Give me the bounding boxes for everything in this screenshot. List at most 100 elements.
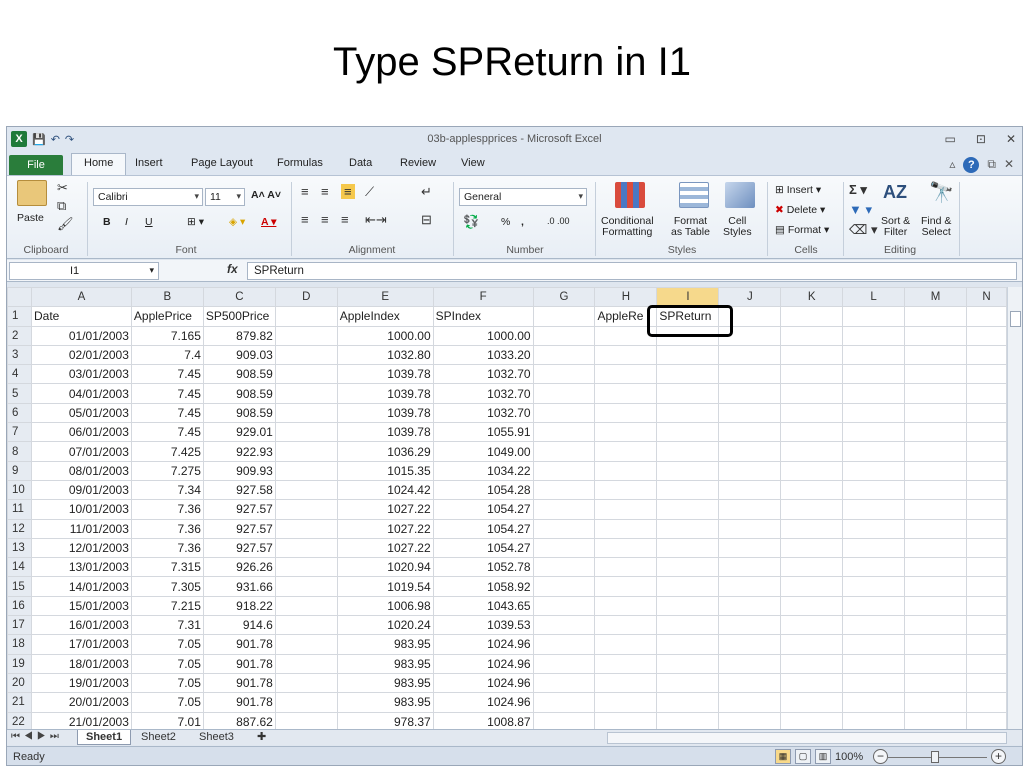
cell[interactable]: [780, 441, 844, 462]
cell[interactable]: [656, 537, 720, 559]
format-as-table-label[interactable]: Format as Table: [671, 216, 710, 238]
cell[interactable]: 1006.98: [336, 595, 434, 617]
cell[interactable]: [274, 557, 338, 578]
row-header[interactable]: 4: [7, 364, 32, 385]
conditional-formatting-label[interactable]: Conditional Formatting: [601, 216, 654, 238]
column-header[interactable]: F: [432, 287, 534, 308]
row-header[interactable]: 3: [7, 344, 32, 366]
cell[interactable]: 1036.29: [336, 441, 434, 462]
cell[interactable]: [842, 441, 906, 462]
cell[interactable]: [780, 383, 844, 404]
fx-icon[interactable]: fx: [227, 262, 238, 276]
cell[interactable]: [780, 672, 844, 694]
cell[interactable]: 901.78: [202, 653, 276, 674]
cell[interactable]: [780, 576, 844, 597]
cell[interactable]: [594, 672, 658, 694]
row-header[interactable]: 5: [7, 383, 32, 404]
cell[interactable]: [656, 634, 720, 655]
row-header[interactable]: 6: [7, 402, 32, 424]
cell[interactable]: 929.01: [202, 422, 276, 443]
cell[interactable]: 922.93: [202, 441, 276, 462]
select-all-corner[interactable]: [7, 287, 32, 308]
cell[interactable]: [274, 383, 338, 404]
cell[interactable]: [904, 518, 967, 539]
cell[interactable]: [656, 595, 720, 617]
cell[interactable]: [274, 518, 338, 539]
cell[interactable]: [842, 634, 906, 655]
cell[interactable]: 1034.22: [432, 460, 534, 481]
cell[interactable]: [656, 518, 720, 539]
cell[interactable]: [718, 344, 782, 366]
indent-icon[interactable]: ⇤⇥: [365, 212, 387, 228]
cell[interactable]: [904, 576, 967, 597]
column-header[interactable]: J: [718, 287, 782, 308]
cell[interactable]: 1032.70: [432, 402, 534, 424]
cell[interactable]: [780, 518, 844, 539]
cell[interactable]: 1033.20: [432, 344, 534, 366]
cell[interactable]: [718, 537, 782, 559]
cell[interactable]: [965, 422, 1007, 443]
row-header[interactable]: 7: [7, 422, 32, 443]
cell[interactable]: AppleIndex: [336, 306, 434, 327]
cell[interactable]: [274, 634, 338, 655]
cell[interactable]: [842, 479, 906, 501]
cell[interactable]: [965, 615, 1007, 636]
cell[interactable]: [656, 653, 720, 674]
font-color-icon[interactable]: A ▾: [261, 216, 276, 228]
cell[interactable]: 1039.78: [336, 364, 434, 385]
cell[interactable]: [594, 692, 658, 713]
cell[interactable]: [594, 344, 658, 366]
cell[interactable]: [718, 499, 782, 520]
wrap-text-icon[interactable]: ↵: [421, 184, 432, 200]
horizontal-scrollbar[interactable]: [607, 732, 1007, 744]
cell[interactable]: 927.58: [202, 479, 276, 501]
cell[interactable]: 1024.42: [336, 479, 434, 501]
cell[interactable]: [274, 479, 338, 501]
tab-home[interactable]: Home: [71, 153, 127, 175]
cell[interactable]: [532, 653, 596, 674]
tab-formulas[interactable]: Formulas: [277, 157, 323, 169]
cell[interactable]: [594, 499, 658, 520]
cell[interactable]: [780, 402, 844, 424]
cell[interactable]: [904, 441, 967, 462]
cell[interactable]: 7.05: [130, 653, 204, 674]
cell[interactable]: 1000.00: [336, 325, 434, 346]
cell[interactable]: 18/01/2003: [30, 653, 132, 674]
sheet-tab-2[interactable]: Sheet2: [133, 730, 184, 745]
tab-page-layout[interactable]: Page Layout: [191, 157, 253, 169]
cut-icon[interactable]: ✂: [57, 180, 68, 196]
cell[interactable]: 1020.24: [336, 615, 434, 636]
conditional-formatting-icon[interactable]: [615, 182, 645, 208]
merge-center-icon[interactable]: ⊟: [421, 212, 432, 228]
cell[interactable]: [842, 383, 906, 404]
zoom-out-icon[interactable]: −: [873, 749, 888, 764]
cell[interactable]: 1027.22: [336, 537, 434, 559]
cell[interactable]: [532, 306, 596, 327]
cell[interactable]: [532, 576, 596, 597]
cell[interactable]: 1054.27: [432, 537, 534, 559]
cell[interactable]: [274, 576, 338, 597]
cell[interactable]: [594, 441, 658, 462]
row-header[interactable]: 10: [7, 479, 32, 501]
cell[interactable]: 01/01/2003: [30, 325, 132, 346]
cell[interactable]: 1027.22: [336, 499, 434, 520]
cell[interactable]: 927.57: [202, 537, 276, 559]
row-header[interactable]: 2: [7, 325, 32, 346]
cell[interactable]: [656, 441, 720, 462]
cell[interactable]: [718, 383, 782, 404]
cell[interactable]: [780, 595, 844, 617]
cell[interactable]: [656, 672, 720, 694]
cell[interactable]: [842, 672, 906, 694]
cell[interactable]: 11/01/2003: [30, 518, 132, 539]
cell[interactable]: [965, 692, 1007, 713]
tab-data[interactable]: Data: [349, 157, 372, 169]
cell[interactable]: 1024.96: [432, 692, 534, 713]
cell[interactable]: 918.22: [202, 595, 276, 617]
cell[interactable]: [904, 306, 967, 327]
cell[interactable]: [904, 557, 967, 578]
column-header[interactable]: C: [202, 287, 276, 308]
cell[interactable]: [718, 518, 782, 539]
maximize-icon[interactable]: ⊡: [976, 132, 986, 146]
cell[interactable]: 1054.27: [432, 499, 534, 520]
cell[interactable]: 1032.70: [432, 364, 534, 385]
